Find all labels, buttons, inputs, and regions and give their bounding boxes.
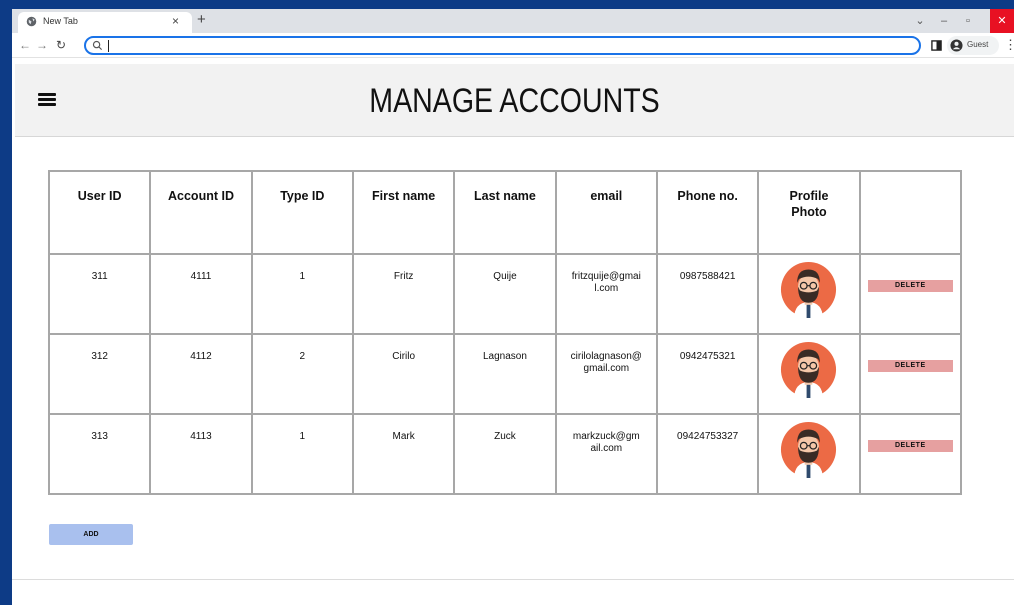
- address-bar[interactable]: [84, 36, 921, 55]
- restore-icon[interactable]: ▫: [956, 9, 980, 33]
- address-toolbar: ← → ↻ Guest ⋮: [12, 33, 1014, 58]
- cell-last-name: Zuck: [453, 413, 557, 495]
- kebab-menu-icon[interactable]: ⋮: [1004, 36, 1014, 54]
- table-header-row: User ID Account ID Type ID First name La…: [47, 170, 963, 255]
- minimize-icon[interactable]: –: [932, 9, 956, 33]
- cell-email: markzuck@gmail.com: [554, 413, 658, 495]
- delete-button[interactable]: DELETE: [867, 280, 953, 292]
- header-actions: [858, 170, 963, 255]
- cell-account-id: 4113: [149, 413, 253, 495]
- header-email: email: [554, 170, 658, 255]
- chevron-down-icon[interactable]: ⌄: [908, 9, 932, 33]
- delete-button[interactable]: DELETE: [867, 440, 953, 452]
- header-type-id: Type ID: [250, 170, 354, 255]
- cell-last-name: Quije: [453, 253, 557, 335]
- search-icon: [92, 40, 103, 51]
- cell-user-id: 312: [47, 333, 152, 415]
- cell-phone: 09424753327: [655, 413, 760, 495]
- cell-first-name: Mark: [351, 413, 456, 495]
- cell-actions: DELETE: [858, 413, 963, 495]
- side-panel-icon[interactable]: [931, 40, 942, 51]
- cell-first-name: Fritz: [351, 253, 456, 335]
- hamburger-menu-icon[interactable]: [38, 93, 56, 107]
- globe-icon: [26, 16, 37, 27]
- cell-phone: 0942475321: [655, 333, 760, 415]
- cell-type-id: 2: [250, 333, 354, 415]
- avatar: [781, 261, 837, 318]
- cell-user-id: 313: [47, 413, 152, 495]
- header-profile-photo: Profile Photo: [757, 170, 861, 255]
- page-title: MANAGE ACCOUNTS: [369, 82, 660, 120]
- header-phone: Phone no.: [655, 170, 760, 255]
- cell-account-id: 4112: [149, 333, 253, 415]
- page-content: MANAGE ACCOUNTS User ID Account ID Type …: [12, 59, 1014, 605]
- cell-type-id: 1: [250, 413, 354, 495]
- text-caret: [108, 40, 109, 52]
- add-button[interactable]: ADD: [49, 524, 133, 545]
- header-user-id: User ID: [47, 170, 152, 255]
- page-header: MANAGE ACCOUNTS: [15, 64, 1014, 137]
- accounts-table: User ID Account ID Type ID First name La…: [47, 170, 963, 495]
- table-row: 312 4112 2 Cirilo Lagnason cirilolagnaso…: [47, 333, 963, 415]
- profile-label: Guest: [967, 40, 989, 49]
- cell-email: cirilolagnason@gmail.com: [554, 333, 658, 415]
- avatar: [781, 421, 837, 478]
- tab-title: New Tab: [43, 16, 78, 26]
- cell-account-id: 4111: [149, 253, 253, 335]
- browser-window: New Tab × + ⌄ – ▫ ✕ ← → ↻ Guest ⋮ MANAGE…: [12, 9, 1014, 605]
- tab-strip: New Tab × + ⌄ – ▫ ✕: [12, 9, 1014, 33]
- profile-button[interactable]: Guest: [947, 36, 999, 55]
- cell-first-name: Cirilo: [351, 333, 456, 415]
- close-window-icon[interactable]: ✕: [990, 9, 1014, 33]
- footer-divider: [12, 579, 1014, 580]
- cell-type-id: 1: [250, 253, 354, 335]
- header-account-id: Account ID: [149, 170, 253, 255]
- table-row: 313 4113 1 Mark Zuck markzuck@gmail.com …: [47, 413, 963, 495]
- cell-actions: DELETE: [858, 253, 963, 335]
- forward-arrow-icon[interactable]: →: [36, 36, 48, 54]
- table-row: 311 4111 1 Fritz Quije fritzquije@gmail.…: [47, 253, 963, 335]
- cell-last-name: Lagnason: [453, 333, 557, 415]
- cell-phone: 0987588421: [655, 253, 760, 335]
- cell-profile-photo: [757, 413, 861, 495]
- cell-user-id: 311: [47, 253, 152, 335]
- cell-email: fritzquije@gmail.com: [554, 253, 658, 335]
- new-tab-icon[interactable]: +: [197, 11, 206, 29]
- header-first-name: First name: [351, 170, 456, 255]
- cell-profile-photo: [757, 333, 861, 415]
- cell-profile-photo: [757, 253, 861, 335]
- delete-button[interactable]: DELETE: [867, 360, 953, 372]
- header-last-name: Last name: [453, 170, 557, 255]
- tab-new-tab[interactable]: New Tab ×: [18, 12, 192, 33]
- reload-icon[interactable]: ↻: [56, 36, 66, 54]
- tab-close-icon[interactable]: ×: [172, 14, 179, 28]
- avatar: [781, 341, 837, 398]
- account-icon: [950, 39, 963, 52]
- cell-actions: DELETE: [858, 333, 963, 415]
- back-arrow-icon[interactable]: ←: [19, 36, 31, 54]
